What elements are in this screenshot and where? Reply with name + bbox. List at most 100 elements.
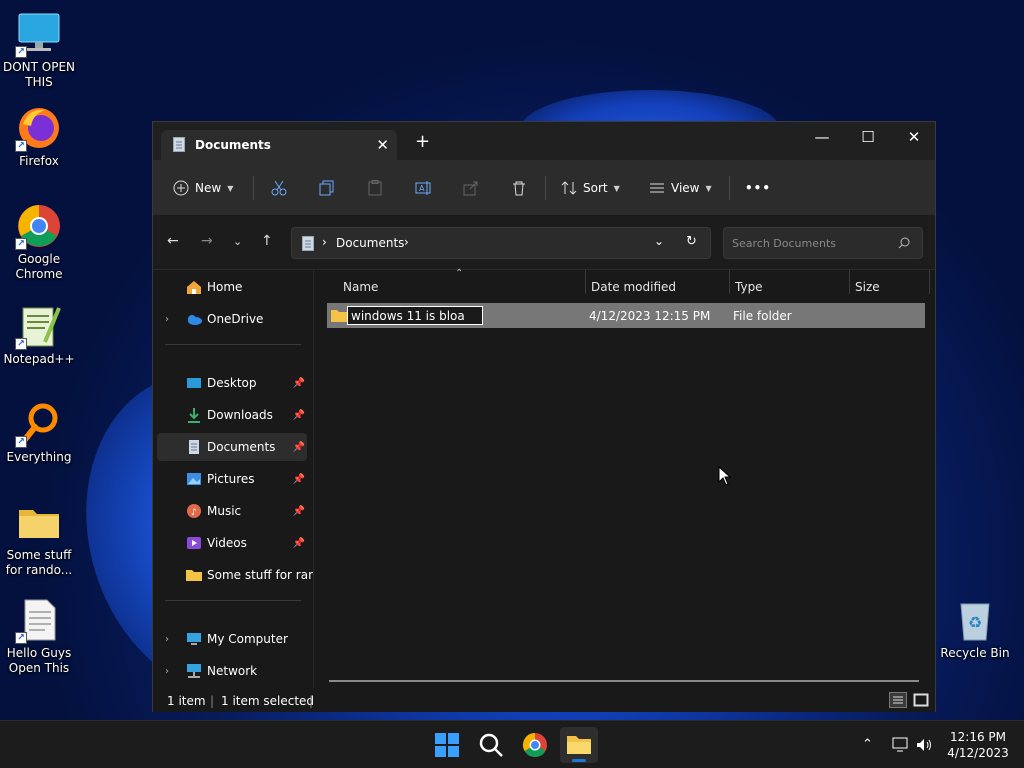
sidebar-item-label: Documents [207, 440, 276, 454]
sidebar-item-desktop[interactable]: Desktop 📌 [157, 369, 307, 397]
minimize-button[interactable]: — [807, 128, 837, 146]
column-divider[interactable] [729, 270, 730, 294]
maximize-button[interactable]: ☐ [853, 128, 883, 146]
column-divider[interactable] [585, 270, 586, 294]
pin-icon[interactable]: 📌 [293, 410, 305, 421]
desktop-icon-hello-guys-text-file[interactable]: ↗ Hello Guys Open This [0, 596, 78, 676]
more-options-button[interactable]: ••• [745, 176, 771, 200]
taskbar-file-explorer-button[interactable] [560, 727, 598, 763]
close-window-button[interactable]: ✕ [899, 128, 929, 146]
sidebar-item-documents[interactable]: Documents 📌 [157, 433, 307, 461]
active-app-indicator [572, 759, 586, 762]
pin-icon[interactable]: 📌 [293, 538, 305, 549]
column-header-name[interactable]: Name [343, 280, 378, 294]
delete-button[interactable] [511, 176, 527, 200]
chevron-right-icon[interactable]: › [165, 314, 169, 325]
details-view-icon[interactable] [889, 692, 907, 708]
sort-button[interactable]: Sort ▼ [561, 176, 620, 200]
desktop-icon-label: Open This [8, 661, 70, 675]
column-divider[interactable] [929, 270, 930, 294]
close-tab-icon[interactable]: ✕ [376, 136, 389, 154]
recycle-bin-icon: ♻ [951, 596, 999, 644]
start-button[interactable] [433, 731, 461, 759]
column-divider[interactable] [849, 270, 850, 294]
sidebar-item-my-computer[interactable]: › My Computer [157, 625, 307, 653]
sidebar-item-label: Videos [207, 536, 247, 550]
refresh-icon[interactable]: ↻ [686, 234, 697, 249]
table-row[interactable]: 4/12/2023 12:15 PM File folder [327, 303, 925, 328]
sidebar-item-downloads[interactable]: Downloads 📌 [157, 401, 307, 429]
pin-icon[interactable]: 📌 [293, 442, 305, 453]
cut-button[interactable] [271, 176, 287, 200]
status-selected-count: 1 item selected [221, 694, 315, 708]
sidebar-item-pictures[interactable]: Pictures 📌 [157, 465, 307, 493]
network-status-icon[interactable] [892, 737, 910, 753]
desktop-icon-everything[interactable]: ↗ Everything [0, 400, 78, 465]
rename-button[interactable]: A [415, 176, 431, 200]
view-button[interactable]: View ▼ [649, 176, 712, 200]
desktop-folder-icon [187, 378, 201, 388]
chevron-right-icon[interactable]: › [404, 235, 409, 249]
pane-splitter[interactable] [313, 270, 314, 688]
desktop-icon-label: Chrome [15, 267, 63, 281]
sidebar-item-network[interactable]: › Network [157, 657, 307, 685]
sidebar-item-videos[interactable]: Videos 📌 [157, 529, 307, 557]
desktop-icon-label: Everything [6, 450, 72, 464]
pin-icon[interactable]: 📌 [293, 378, 305, 389]
paste-button[interactable] [367, 176, 383, 200]
mouse-cursor-icon [718, 466, 732, 486]
new-tab-button[interactable]: + [415, 133, 430, 151]
taskbar-chrome-button[interactable] [521, 731, 549, 759]
volume-icon[interactable] [916, 737, 934, 753]
desktop-icon-recycle-bin[interactable]: ♻ Recycle Bin [936, 596, 1014, 661]
breadcrumb-documents[interactable]: Documents [336, 236, 404, 250]
new-button[interactable]: New ▼ [173, 176, 233, 200]
column-header-size[interactable]: Size [855, 280, 880, 294]
tab-documents[interactable]: Documents ✕ [161, 130, 397, 160]
desktop-icon-label: Some stuff [6, 548, 72, 562]
copy-icon [319, 180, 334, 196]
search-input[interactable] [732, 234, 892, 252]
svg-text:♪: ♪ [191, 508, 197, 518]
large-icons-view-icon[interactable] [913, 692, 929, 708]
desktop-icon-label: Google [17, 252, 61, 266]
sidebar-item-some-stuff-folder[interactable]: Some stuff for rand [157, 561, 323, 589]
status-divider: | [210, 694, 215, 708]
forward-button[interactable]: → [201, 233, 213, 249]
sidebar-item-home[interactable]: Home [157, 273, 307, 301]
copy-button[interactable] [319, 176, 335, 200]
up-button[interactable]: ↑ [261, 233, 273, 249]
desktop-icon-label: Notepad++ [3, 352, 75, 366]
desktop-icon-some-stuff-folder[interactable]: Some stuff for rando... [0, 498, 78, 578]
chevron-right-icon[interactable]: › [165, 666, 169, 677]
desktop-icon-google-chrome[interactable]: ↗ Google Chrome [0, 202, 78, 282]
rename-input[interactable] [347, 306, 483, 325]
desktop-icon-label: Recycle Bin [940, 646, 1010, 660]
pin-icon[interactable]: 📌 [293, 506, 305, 517]
search-box[interactable] [723, 227, 923, 259]
clock[interactable]: 12:16 PM 4/12/2023 [936, 729, 1020, 761]
column-header-date-modified[interactable]: Date modified [591, 280, 676, 294]
desktop-icon-dont-open-this[interactable]: ↗ DONT OPEN THIS [0, 10, 78, 90]
desktop-icon-firefox[interactable]: ↗ Firefox [0, 104, 78, 169]
shortcut-arrow-icon: ↗ [15, 338, 27, 350]
horizontal-scrollbar[interactable] [329, 680, 919, 682]
desktop-icon-notepad-plus-plus[interactable]: ↗ Notepad++ [0, 302, 78, 367]
show-hidden-icons-button[interactable]: ⌃ [862, 737, 873, 752]
sidebar-item-music[interactable]: ♪ Music 📌 [157, 497, 307, 525]
sidebar-divider [165, 344, 301, 345]
toolbar-divider [253, 176, 254, 200]
more-icon: ••• [745, 181, 772, 195]
home-icon [187, 281, 201, 294]
pin-icon[interactable]: 📌 [293, 474, 305, 485]
share-button[interactable] [463, 176, 479, 200]
address-bar[interactable]: › Documents › ⌄ ↻ [291, 227, 711, 259]
back-button[interactable]: ← [167, 233, 179, 249]
taskbar-search-button[interactable] [477, 731, 505, 759]
recent-locations-button[interactable]: ⌄ [233, 235, 242, 248]
chevron-right-icon[interactable]: › [165, 634, 169, 645]
text-file-icon: ↗ [15, 596, 63, 644]
column-header-type[interactable]: Type [735, 280, 763, 294]
sidebar-item-onedrive[interactable]: › OneDrive [157, 305, 307, 333]
address-history-dropdown[interactable]: ⌄ [654, 234, 664, 248]
